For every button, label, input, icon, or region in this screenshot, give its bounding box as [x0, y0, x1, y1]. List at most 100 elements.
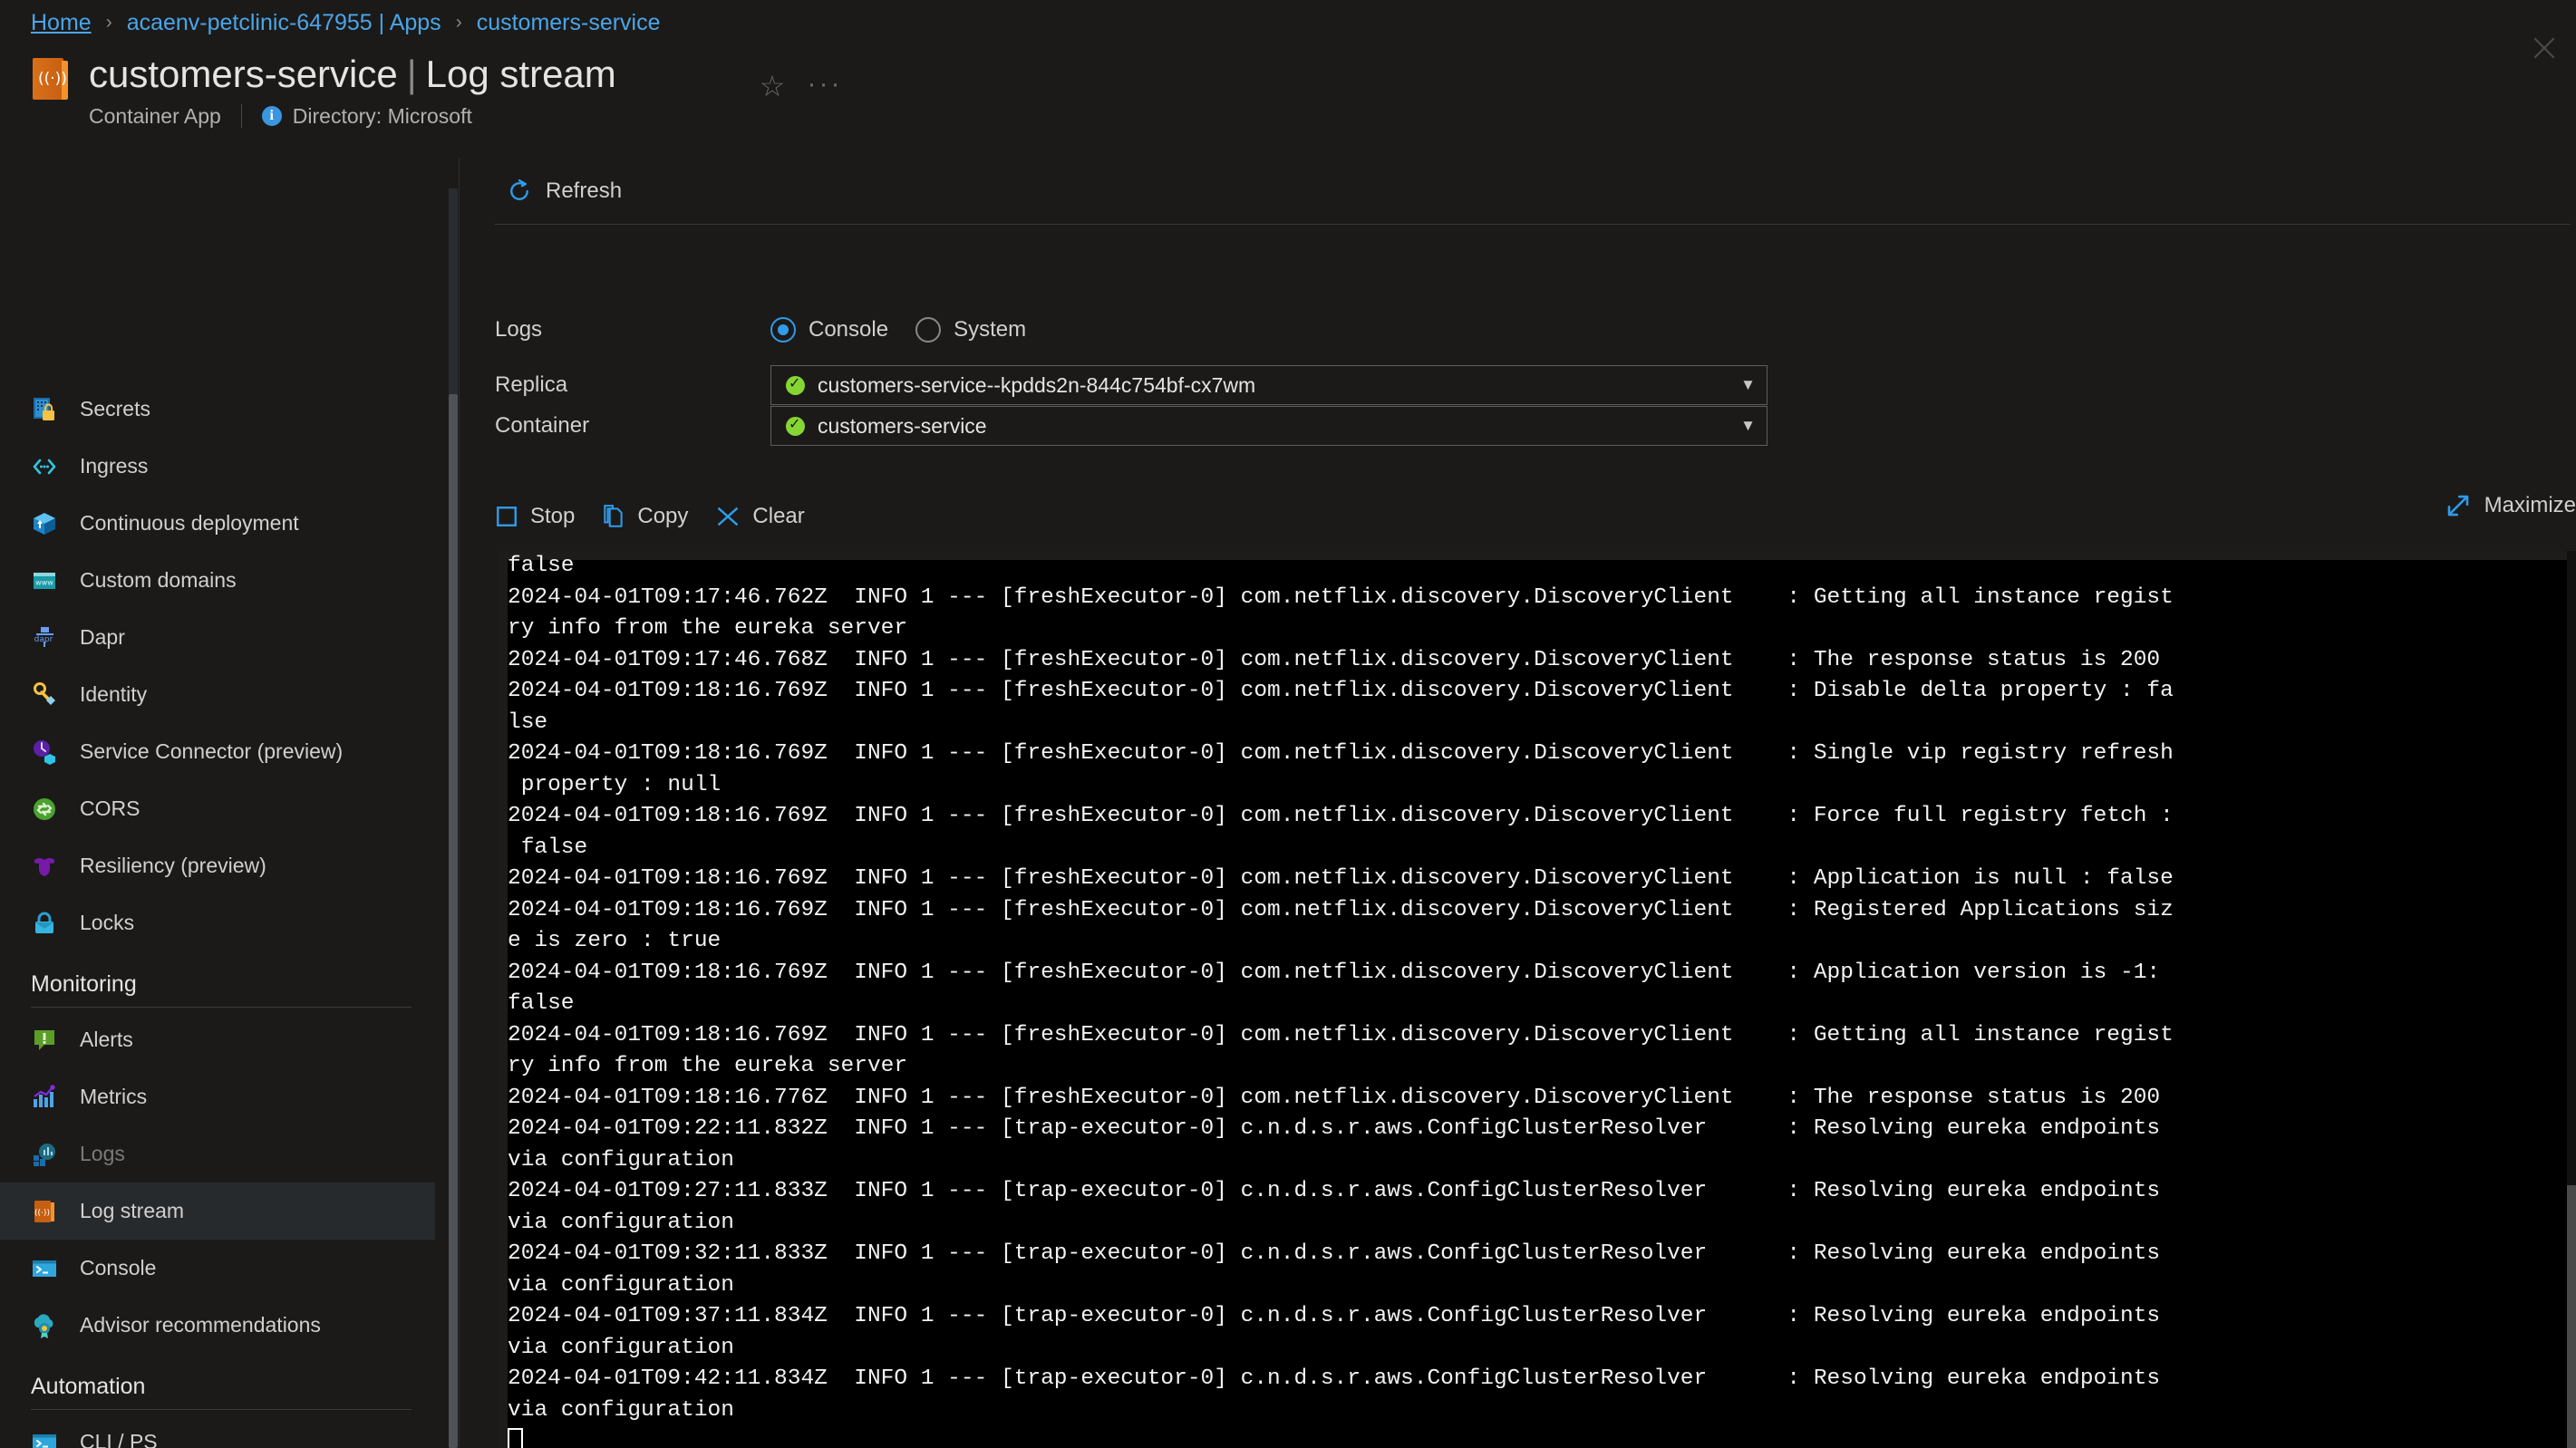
sidebar-item-label: Secrets [80, 397, 150, 420]
log-stream-console[interactable]: false 2024-04-01T09:17:46.762Z INFO 1 --… [498, 551, 2576, 1448]
secrets-icon [31, 396, 58, 423]
resource-type-label: Container App [89, 104, 221, 128]
sidebar-item-label: Log stream [80, 1199, 185, 1222]
sidebar-nav-list: Secrets Ingress Continuous deployment ww… [0, 381, 435, 1448]
metrics-icon [31, 1084, 58, 1111]
console-scrollbar-thumb[interactable] [2567, 1185, 2576, 1448]
container-row: Container customers-service ▼ [495, 406, 1767, 446]
sidebar-item-identity[interactable]: Identity [0, 666, 435, 723]
sidebar-item-console[interactable]: Console [0, 1240, 435, 1297]
refresh-label: Refresh [546, 179, 623, 203]
service-connector-icon [31, 738, 58, 766]
sidebar-group-divider [31, 1409, 412, 1410]
logs-type-row: Logs Console System [495, 317, 1026, 343]
sidebar-scrollbar-thumb[interactable] [449, 394, 458, 1448]
sidebar-item-dapr[interactable]: dapr Dapr [0, 609, 435, 666]
sidebar-item-resiliency[interactable]: Resiliency (preview) [0, 837, 435, 894]
command-bar-divider [495, 224, 2571, 225]
sidebar-item-locks[interactable]: Locks [0, 894, 435, 951]
copy-pages-icon [604, 505, 624, 527]
radio-console-label: Console [809, 317, 889, 342]
page-title-blade: Log stream [425, 53, 616, 95]
radio-system-label: System [954, 317, 1027, 342]
container-dropdown[interactable]: customers-service ▼ [770, 406, 1767, 446]
custom-domains-icon: www [31, 567, 58, 594]
replica-dropdown[interactable]: customers-service--kpdds2n-844c754bf-cx7… [770, 365, 1767, 405]
cli-ps-icon [31, 1429, 58, 1448]
sidebar-item-logs[interactable]: Logs [0, 1125, 435, 1183]
breadcrumb-item-environment[interactable]: acaenv-petclinic-647955 | Apps [127, 9, 441, 36]
favorite-star-icon[interactable]: ☆ [757, 71, 788, 101]
container-value: customers-service [818, 413, 987, 438]
sidebar-divider [459, 159, 460, 1448]
page-subtitle: Container App i Directory: Microsoft [89, 103, 616, 129]
sidebar-item-metrics[interactable]: Metrics [0, 1068, 435, 1125]
sidebar-item-label: Custom domains [80, 568, 237, 592]
page-header: ((·)) customers-service | Log stream Conta… [31, 53, 616, 129]
container-label: Container [495, 413, 590, 438]
sidebar-item-service-connector[interactable]: Service Connector (preview) [0, 723, 435, 780]
sidebar-item-secrets[interactable]: Secrets [0, 381, 435, 438]
identity-icon [31, 681, 58, 709]
replica-value: customers-service--kpdds2n-844c754bf-cx7… [818, 372, 1256, 397]
logs-icon [31, 1141, 58, 1168]
radio-system[interactable]: System [915, 317, 1026, 343]
resiliency-icon [31, 853, 58, 880]
azure-portal-page: Home › acaenv-petclinic-647955 | Apps › … [0, 0, 2576, 1448]
sidebar-item-advisor-recommendations[interactable]: Advisor recommendations [0, 1297, 435, 1354]
directory-label: Directory: Microsoft [292, 104, 472, 128]
sidebar-item-label: Resiliency (preview) [80, 854, 266, 877]
deployment-icon [31, 510, 58, 537]
console-left-gutter [498, 551, 508, 1448]
clear-label: Clear [752, 504, 805, 528]
subtitle-divider [240, 104, 242, 128]
sidebar-item-log-stream[interactable]: ((·)) Log stream [0, 1183, 435, 1240]
refresh-button[interactable]: Refresh [497, 172, 631, 210]
chevron-down-icon: ▼ [1740, 417, 1756, 434]
page-title-resource: customers-service [89, 53, 398, 95]
logs-radio-group: Console System [770, 317, 1026, 343]
replica-status-icon [786, 373, 805, 395]
stop-label: Stop [530, 504, 576, 528]
sidebar-item-alerts[interactable]: Alerts [0, 1011, 435, 1068]
close-blade-icon[interactable] [2525, 29, 2563, 67]
clear-button[interactable]: Clear [715, 504, 805, 529]
breadcrumb-item-app[interactable]: customers-service [477, 9, 661, 36]
refresh-icon [510, 179, 528, 200]
clear-x-icon [718, 507, 739, 526]
sidebar-item-ingress[interactable]: Ingress [0, 438, 435, 495]
replica-row: Replica customers-service--kpdds2n-844c7… [495, 365, 1767, 405]
console-caret [508, 1428, 523, 1448]
stop-button[interactable]: Stop [495, 504, 575, 529]
maximize-button[interactable]: Maximize [2445, 492, 2576, 519]
command-bar: Refresh [471, 159, 631, 224]
sidebar-item-label: Ingress [80, 454, 149, 478]
container-status-icon [786, 414, 805, 436]
more-options-icon[interactable]: ··· [807, 71, 843, 101]
sidebar-scrollbar-upper [449, 188, 458, 394]
sidebar-item-label: CLI / PS [80, 1430, 158, 1448]
breadcrumb-separator-icon: › [105, 12, 112, 33]
sidebar-item-custom-domains[interactable]: www Custom domains [0, 552, 435, 609]
svg-text:www: www [35, 578, 53, 586]
sidebar-item-label: Console [80, 1256, 157, 1279]
maximize-label: Maximize [2484, 493, 2576, 517]
sidebar-item-label: Advisor recommendations [80, 1313, 321, 1337]
dapr-icon: dapr [31, 624, 58, 652]
sidebar-group-divider [31, 1007, 412, 1008]
sidebar-item-cli-ps[interactable]: CLI / PS [0, 1414, 435, 1448]
cors-icon [31, 796, 58, 823]
copy-button[interactable]: Copy [602, 504, 688, 529]
replica-label: Replica [495, 372, 568, 397]
locks-icon [31, 910, 58, 937]
breadcrumb: Home › acaenv-petclinic-647955 | Apps › … [31, 9, 661, 36]
sidebar-group-automation-title: Automation [31, 1374, 146, 1399]
sidebar-group-monitoring-title: Monitoring [31, 971, 137, 997]
sidebar-item-cors[interactable]: CORS [0, 780, 435, 837]
breadcrumb-item-home[interactable]: Home [31, 9, 92, 36]
chevron-down-icon: ▼ [1740, 376, 1756, 393]
radio-console[interactable]: Console [770, 317, 888, 343]
sidebar-item-continuous-deployment[interactable]: Continuous deployment [0, 495, 435, 552]
advisor-icon [31, 1312, 58, 1339]
sidebar-item-label: Dapr [80, 625, 125, 649]
